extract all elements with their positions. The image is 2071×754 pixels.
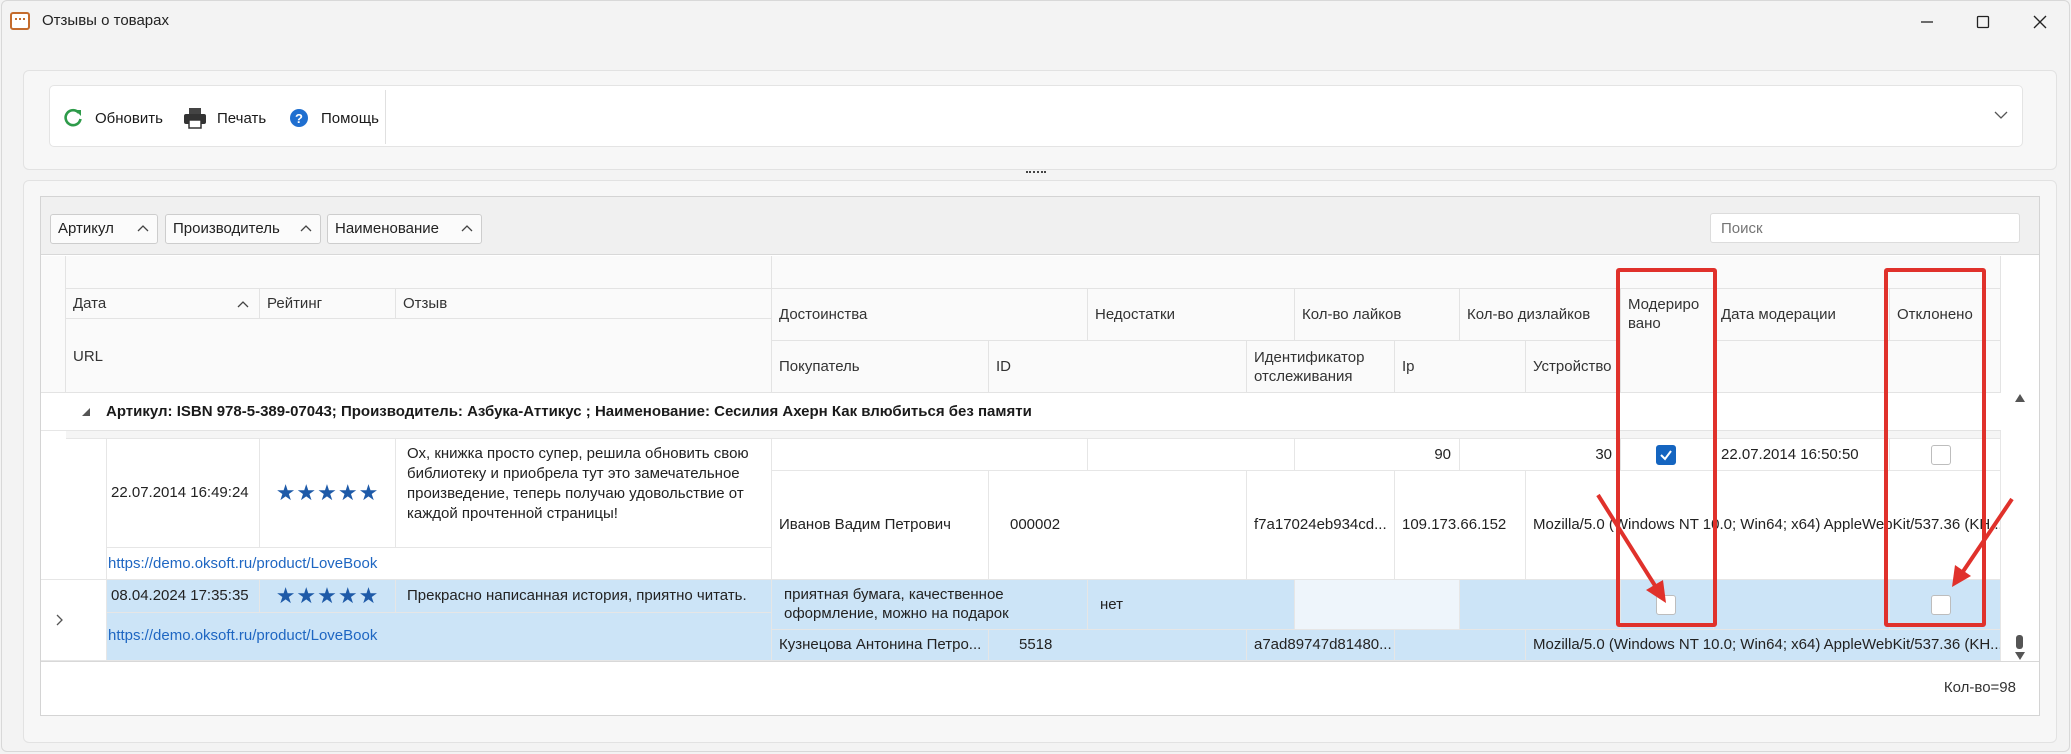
annotation-arrows [1596,493,2014,603]
arrow-icon [1596,493,1666,603]
arrow-icon [1952,497,2014,587]
